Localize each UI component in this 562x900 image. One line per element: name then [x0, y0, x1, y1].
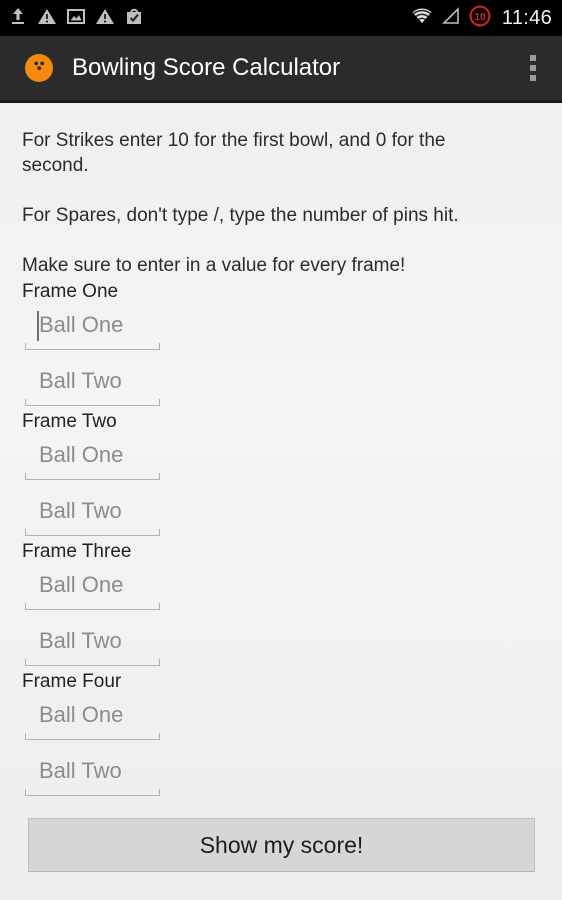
frame-two-ball-two-input[interactable]: Ball Two — [25, 494, 160, 540]
input-underline — [25, 659, 160, 666]
frame-label-three: Frame Three — [22, 541, 132, 562]
input-placeholder: Ball Two — [39, 758, 122, 783]
overflow-dot — [530, 75, 536, 81]
status-bar: 10 11:46 — [0, 0, 562, 36]
input-underline — [25, 399, 160, 406]
frame-one-ball-one-input[interactable]: Ball One — [25, 308, 160, 354]
instruction-spares: For Spares, don't type /, type the numbe… — [22, 205, 459, 226]
instruction-every-frame: Make sure to enter in a value for every … — [22, 255, 406, 276]
bowling-ball-icon — [24, 53, 54, 83]
warning-icon — [95, 6, 115, 31]
battery-level-text: 10 — [474, 12, 486, 23]
overflow-dot — [530, 55, 536, 61]
overflow-menu-icon[interactable] — [518, 46, 548, 90]
input-placeholder: Ball One — [39, 312, 124, 337]
frame-three-ball-one-input[interactable]: Ball One — [25, 568, 160, 614]
app-bar: Bowling Score Calculator — [0, 36, 562, 103]
frame-block-one: Frame One Ball One Ball Two — [0, 280, 562, 410]
input-underline — [25, 473, 160, 480]
frame-block-two: Frame Two Ball One Ball Two — [0, 410, 562, 540]
play-store-icon — [124, 6, 144, 31]
status-bar-notification-icons — [8, 6, 410, 31]
show-my-score-button[interactable]: Show my score! — [28, 818, 535, 872]
wifi-icon — [410, 6, 434, 31]
frame-label-four: Frame Four — [22, 671, 122, 692]
frame-one-ball-two-input[interactable]: Ball Two — [25, 364, 160, 410]
upload-icon — [8, 6, 28, 31]
input-underline — [25, 343, 160, 350]
frame-label-two: Frame Two — [22, 411, 117, 432]
signal-triangle-icon — [441, 6, 461, 31]
battery-circle-icon: 10 — [468, 4, 492, 33]
instructions-block: For Strikes enter 10 for the first bowl,… — [0, 106, 562, 278]
warning-icon — [37, 6, 57, 31]
input-placeholder: Ball One — [39, 702, 124, 727]
status-bar-system-icons: 10 11:46 — [410, 4, 552, 33]
input-underline — [25, 789, 160, 796]
frame-label-one: Frame One — [22, 281, 119, 302]
image-icon — [66, 6, 86, 31]
frame-four-ball-two-input[interactable]: Ball Two — [25, 754, 160, 800]
overflow-dot — [530, 65, 536, 71]
instruction-strikes: For Strikes enter 10 for the first bowl,… — [22, 130, 446, 176]
input-underline — [25, 529, 160, 536]
input-placeholder: Ball Two — [39, 368, 122, 393]
input-underline — [25, 733, 160, 740]
frames-list: Frame One Ball One Ball Two Frame Two Ba… — [0, 280, 562, 800]
frame-four-ball-one-input[interactable]: Ball One — [25, 698, 160, 744]
input-placeholder: Ball Two — [39, 628, 122, 653]
status-bar-clock: 11:46 — [501, 6, 552, 29]
input-underline — [25, 603, 160, 610]
app-screen: 10 11:46 Bowling Score Calculator For St… — [0, 0, 562, 900]
frame-three-ball-two-input[interactable]: Ball Two — [25, 624, 160, 670]
frame-block-three: Frame Three Ball One Ball Two — [0, 540, 562, 670]
frame-two-ball-one-input[interactable]: Ball One — [25, 438, 160, 484]
input-placeholder: Ball One — [39, 572, 124, 597]
frame-block-four: Frame Four Ball One Ball Two — [0, 670, 562, 800]
app-title: Bowling Score Calculator — [72, 54, 341, 81]
input-placeholder: Ball Two — [39, 498, 122, 523]
main-content: For Strikes enter 10 for the first bowl,… — [0, 106, 562, 900]
input-placeholder: Ball One — [39, 442, 124, 467]
